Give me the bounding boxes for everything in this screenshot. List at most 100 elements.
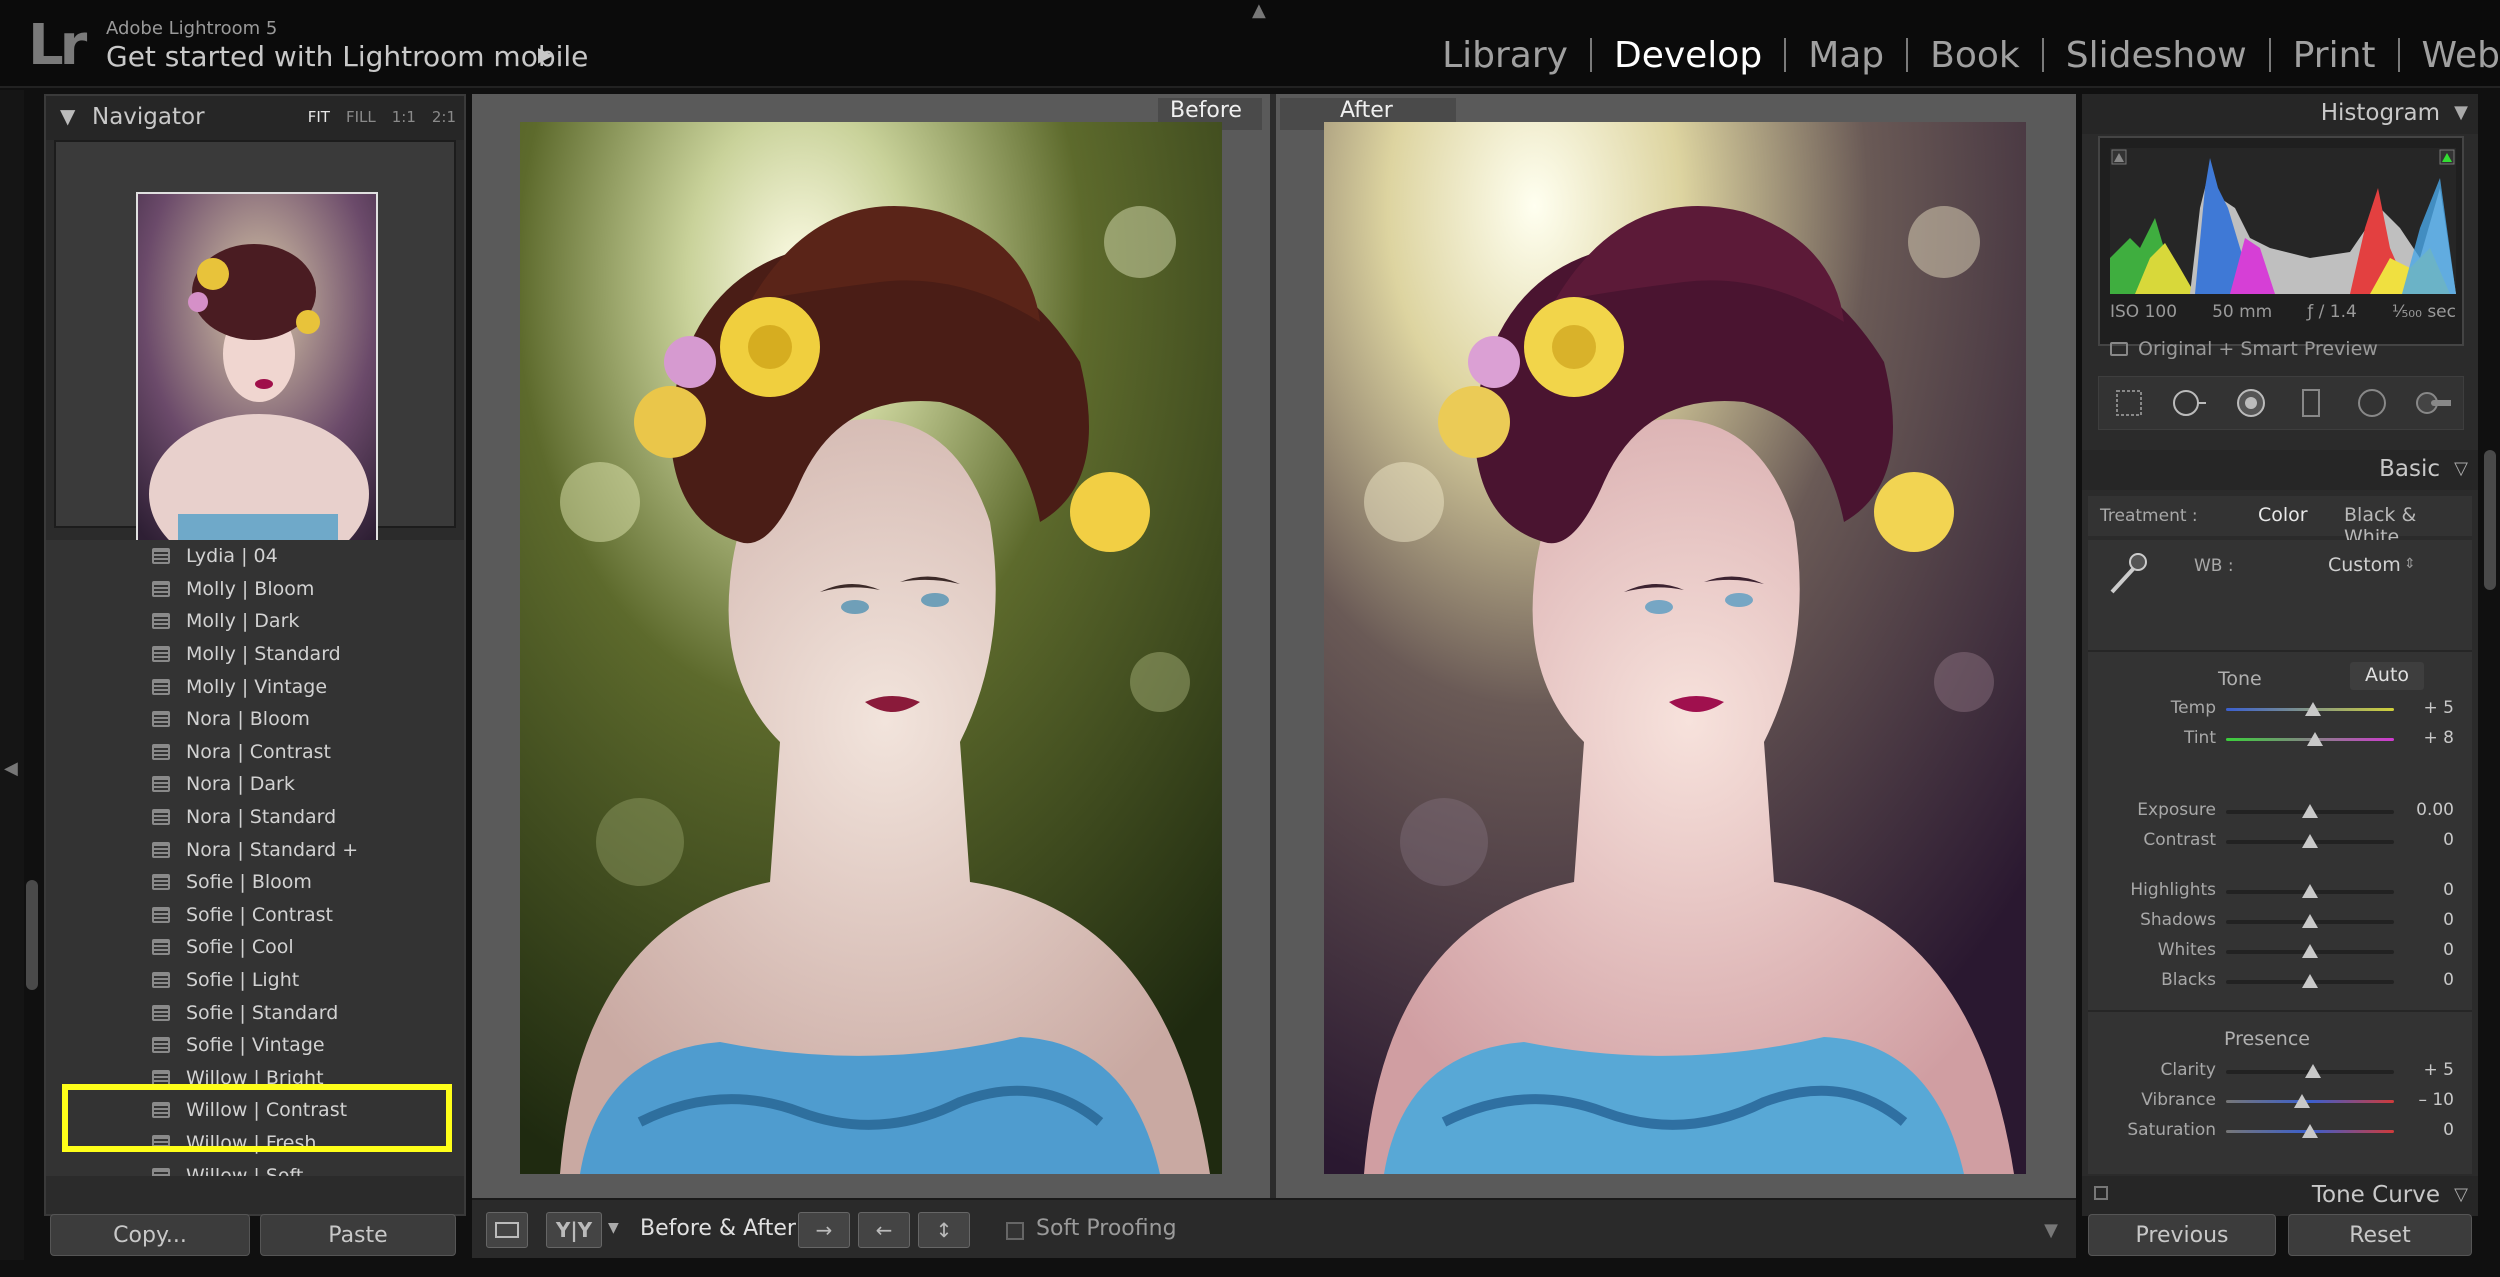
module-slideshow[interactable]: Slideshow (2044, 35, 2269, 76)
preset-item[interactable]: Willow | Soft (46, 1159, 464, 1176)
preset-item[interactable]: Molly | Dark (46, 605, 464, 638)
copy-before-to-after-button[interactable]: → (798, 1212, 850, 1248)
before-after-yy-button[interactable]: Y|Y (546, 1212, 602, 1248)
crop-tool-icon[interactable] (2111, 385, 2147, 421)
basic-header[interactable]: Basic ▽ (2082, 450, 2478, 490)
preset-item[interactable]: Molly | Bloom (46, 573, 464, 606)
left-panel-edge[interactable]: ◀ (0, 90, 24, 1260)
identity-plate[interactable]: Get started with Lightroom mobile (106, 40, 588, 73)
preset-item[interactable]: Nora | Bloom (46, 703, 464, 736)
wb-select[interactable]: Custom (2328, 554, 2401, 576)
chevron-updown-icon[interactable]: ⇕ (2404, 556, 2416, 572)
zoom-fill[interactable]: FILL (346, 108, 376, 126)
toolbar-menu-icon[interactable]: ▼ (2044, 1220, 2058, 1241)
zoom-2-1[interactable]: 2:1 (432, 108, 456, 126)
module-print[interactable]: Print (2271, 35, 2398, 76)
slider-thumb[interactable] (2302, 944, 2318, 958)
swap-before-after-button[interactable]: ↕ (918, 1212, 970, 1248)
zoom-1-1[interactable]: 1:1 (392, 108, 416, 126)
preset-item[interactable]: Sofie | Standard (46, 996, 464, 1029)
preset-item[interactable]: Sofie | Cool (46, 931, 464, 964)
treatment-color-option[interactable]: Color (2258, 504, 2308, 526)
preset-item[interactable]: Willow | Fresh (46, 1127, 464, 1160)
bottom-filmstrip-edge[interactable] (0, 1262, 2500, 1277)
module-library[interactable]: Library (1420, 35, 1590, 76)
histogram-header[interactable]: Histogram ▼ (2082, 94, 2478, 134)
lightroom-logo: Lr (28, 13, 87, 78)
preset-item[interactable]: Sofie | Vintage (46, 1029, 464, 1062)
preset-item[interactable]: Nora | Standard + (46, 833, 464, 866)
slider-thumb[interactable] (2302, 974, 2318, 988)
preset-item[interactable]: Lydia | 04 (46, 540, 464, 573)
panel-toggle-switch[interactable] (2094, 1186, 2108, 1200)
disclosure-triangle-icon[interactable]: ▼ (2454, 102, 2468, 123)
module-map[interactable]: Map (1786, 35, 1906, 76)
slider-value[interactable]: – 10 (2394, 1090, 2454, 1110)
preset-item[interactable]: Sofie | Bloom (46, 866, 464, 899)
previous-button[interactable]: Previous (2088, 1214, 2276, 1256)
slider-value[interactable]: 0 (2394, 880, 2454, 900)
zoom-fit[interactable]: FIT (308, 108, 330, 126)
preset-item[interactable]: Nora | Dark (46, 768, 464, 801)
slider-thumb[interactable] (2305, 1064, 2322, 1078)
navigator-preview-area[interactable] (54, 140, 456, 554)
play-icon[interactable]: ▶ (538, 42, 553, 66)
disclosure-triangle-icon[interactable]: ▽ (2454, 458, 2468, 479)
preset-item[interactable]: Nora | Standard (46, 801, 464, 834)
reset-button[interactable]: Reset (2287, 1214, 2472, 1256)
slider-value[interactable]: 0.00 (2394, 800, 2454, 820)
panel-collapse-up-icon[interactable]: ▲ (1252, 0, 1266, 21)
preset-item[interactable]: Molly | Vintage (46, 670, 464, 703)
preset-item[interactable]: Nora | Contrast (46, 736, 464, 769)
slider-thumb[interactable] (2302, 884, 2318, 898)
slider-thumb[interactable] (2305, 702, 2322, 716)
right-scrollbar[interactable] (2484, 450, 2496, 590)
slider-thumb[interactable] (2293, 1094, 2310, 1108)
collapse-left-icon[interactable]: ◀ (4, 758, 18, 779)
radial-filter-icon[interactable] (2354, 385, 2390, 421)
slider-value[interactable]: + 5 (2394, 698, 2454, 718)
photo-after[interactable] (1324, 122, 2026, 1174)
preset-item[interactable]: Molly | Standard (46, 638, 464, 671)
eyedropper-icon[interactable] (2104, 548, 2152, 596)
disclosure-triangle-icon[interactable]: ▽ (2454, 1184, 2468, 1205)
copy-after-to-before-button[interactable]: ← (858, 1212, 910, 1248)
slider-value[interactable]: 0 (2394, 910, 2454, 930)
tone-curve-header[interactable]: Tone Curve ▽ (2082, 1176, 2478, 1216)
slider-value[interactable]: 0 (2394, 1120, 2454, 1140)
slider-thumb[interactable] (2302, 1124, 2318, 1138)
soft-proofing-checkbox[interactable] (1006, 1222, 1024, 1240)
photo-before[interactable] (520, 122, 1222, 1174)
loupe-view-button[interactable] (486, 1212, 528, 1248)
slider-thumb[interactable] (2302, 834, 2318, 848)
module-book[interactable]: Book (1908, 35, 2042, 76)
module-web[interactable]: Web (2400, 35, 2500, 76)
preset-item[interactable]: Willow | Contrast (46, 1094, 464, 1127)
red-eye-icon[interactable] (2233, 385, 2269, 421)
slider-thumb[interactable] (2302, 804, 2318, 818)
preset-item[interactable]: Willow | Bright (46, 1062, 464, 1095)
left-scrollbar[interactable] (26, 880, 38, 990)
slider-value[interactable]: 0 (2394, 970, 2454, 990)
auto-tone-button[interactable]: Auto (2350, 662, 2424, 690)
spot-removal-icon[interactable] (2172, 385, 2208, 421)
chevron-down-icon[interactable]: ▼ (608, 1220, 619, 1236)
navigator-header[interactable]: ▼ Navigator FIT FILL 1:1 2:1 (46, 96, 464, 140)
slider-thumb[interactable] (2302, 914, 2318, 928)
graduated-filter-icon[interactable] (2293, 385, 2329, 421)
adjustment-brush-icon[interactable] (2415, 385, 2451, 421)
slider-value[interactable]: + 8 (2394, 728, 2454, 748)
navigator-thumbnail[interactable] (136, 192, 378, 554)
slider-track[interactable] (2226, 1100, 2394, 1103)
slider-value[interactable]: 0 (2394, 830, 2454, 850)
slider-value[interactable]: + 5 (2394, 1060, 2454, 1080)
slider-thumb[interactable] (2307, 732, 2324, 746)
copy-button[interactable]: Copy... (50, 1214, 250, 1256)
paste-button[interactable]: Paste (260, 1214, 456, 1256)
slider-value[interactable]: 0 (2394, 940, 2454, 960)
preset-item[interactable]: Sofie | Contrast (46, 899, 464, 932)
preset-item[interactable]: Sofie | Light (46, 964, 464, 997)
disclosure-triangle-icon[interactable]: ▼ (60, 104, 75, 128)
module-develop[interactable]: Develop (1592, 35, 1784, 76)
histogram[interactable]: ISO 100 50 mm ƒ / 1.4 ¹⁄₅₀₀ sec Original… (2098, 136, 2464, 360)
